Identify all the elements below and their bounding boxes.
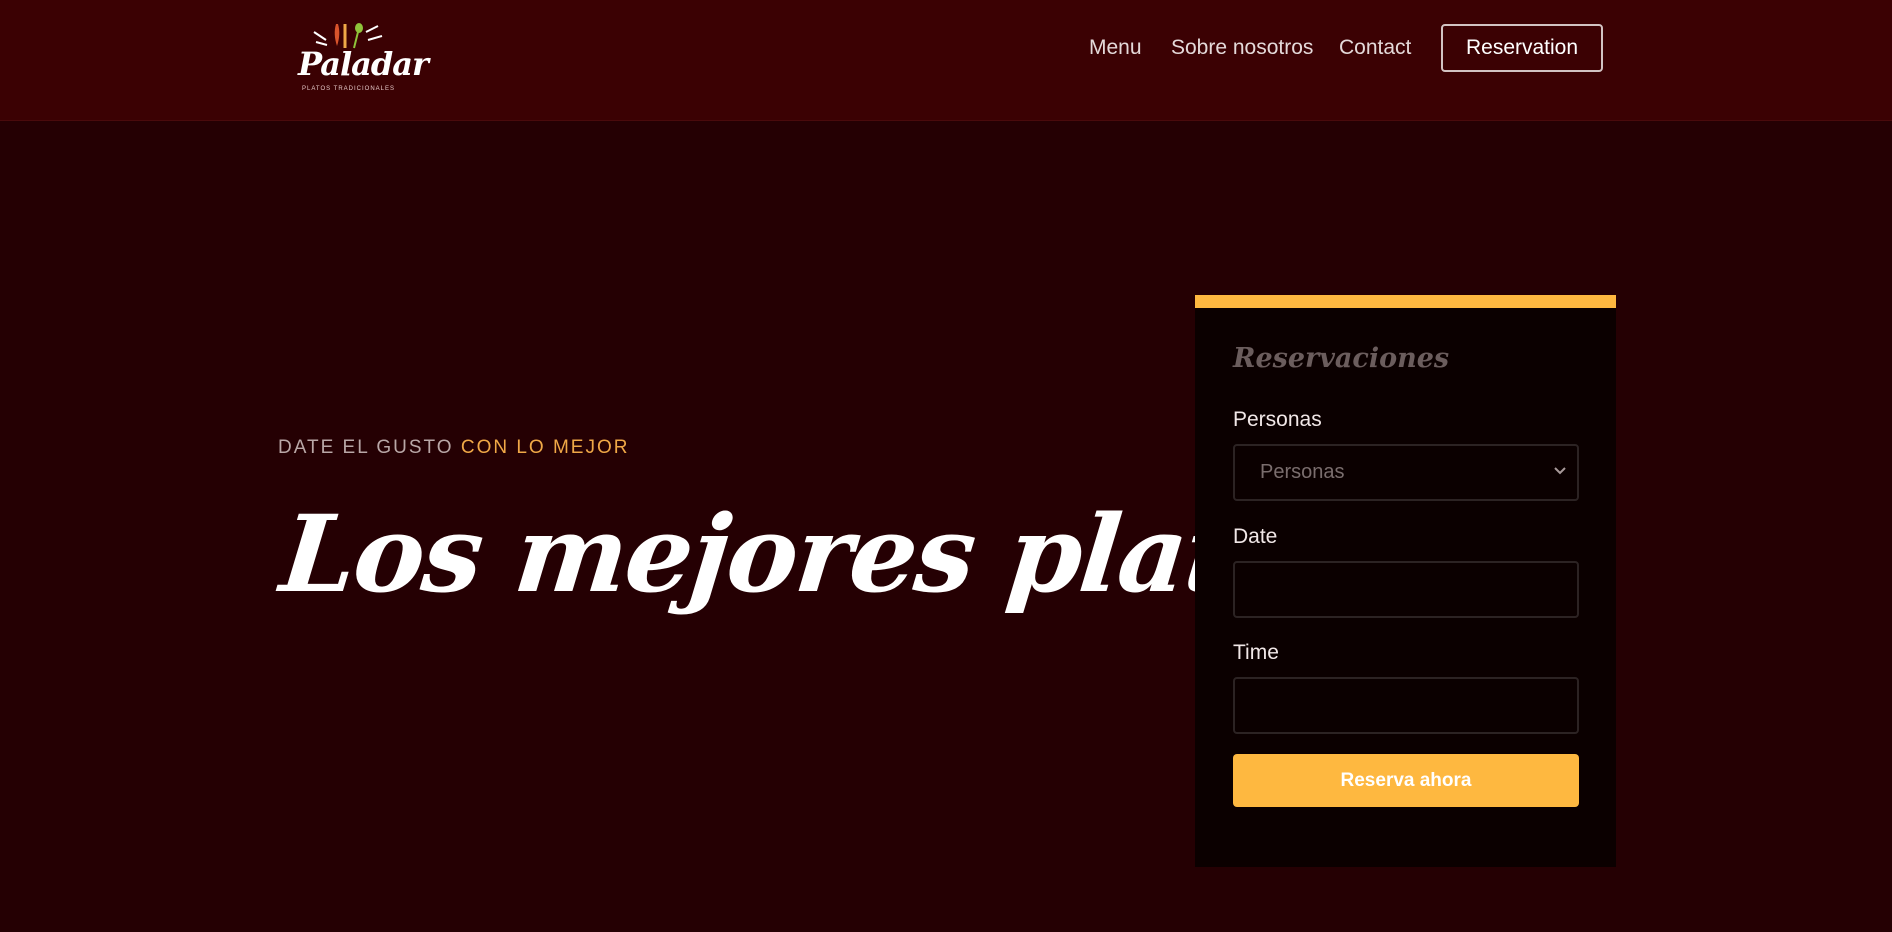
hero-kicker-highlight: CON LO MEJOR bbox=[460, 437, 630, 458]
hero-kicker-lead: DATE EL GUSTO bbox=[278, 437, 454, 458]
people-select-value: Personas bbox=[1260, 461, 1345, 483]
reservation-card: Reservaciones Personas Personas Date Tim… bbox=[1195, 295, 1616, 867]
date-label: Date bbox=[1233, 525, 1278, 548]
navbar: Paladar PLATOS TRADICIONALES Menu Sobre … bbox=[0, 0, 1892, 121]
brand-logo[interactable]: Paladar PLATOS TRADICIONALES bbox=[296, 18, 429, 100]
reserve-now-button[interactable]: Reserva ahora bbox=[1233, 754, 1579, 807]
chevron-down-icon bbox=[1554, 467, 1566, 475]
brand-name: Paladar bbox=[298, 45, 429, 83]
time-input[interactable] bbox=[1233, 677, 1579, 734]
reservation-button[interactable]: Reservation bbox=[1441, 24, 1603, 72]
nav-link-menu[interactable]: Menu bbox=[1089, 36, 1142, 60]
brand-tagline: PLATOS TRADICIONALES bbox=[302, 86, 396, 92]
nav-link-contact[interactable]: Contact bbox=[1339, 36, 1411, 60]
hero-kicker: DATE EL GUSTO CON LO MEJOR bbox=[278, 437, 629, 459]
time-label: Time bbox=[1233, 641, 1279, 664]
nav-link-sobre-nosotros[interactable]: Sobre nosotros bbox=[1171, 36, 1313, 60]
people-select[interactable]: Personas bbox=[1233, 444, 1579, 501]
card-accent-bar bbox=[1195, 295, 1616, 308]
reservation-title: Reservaciones bbox=[1233, 343, 1450, 374]
people-label: Personas bbox=[1233, 408, 1322, 431]
date-input[interactable] bbox=[1233, 561, 1579, 618]
